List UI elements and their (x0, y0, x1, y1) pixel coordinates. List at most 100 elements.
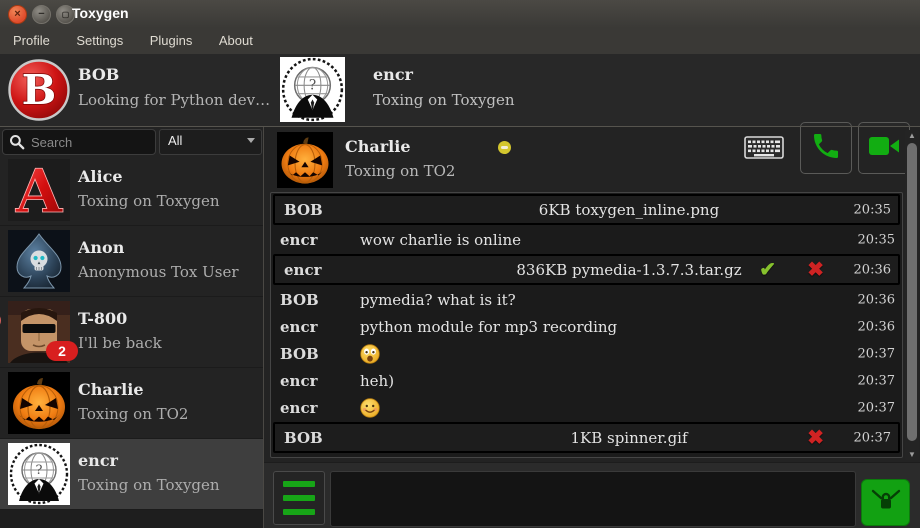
contact-name: Anon (78, 238, 124, 257)
contact-list-item-alice[interactable]: AAliceToxing on Toxygen (0, 155, 263, 226)
message-row: BOB 20:37 (271, 340, 902, 367)
contact-status-message: Anonymous Tox User (78, 263, 239, 281)
contact-list-item-charlie[interactable]: Charlie Toxing on TO2 (0, 368, 263, 439)
menu-profile[interactable]: Profile (2, 28, 61, 48)
menu-bar: Profile Settings Plugins About (0, 28, 920, 54)
composer-bar (264, 462, 920, 528)
scrollbar-thumb[interactable] (907, 143, 917, 441)
message-row: encr20:37 (271, 394, 902, 421)
menu-plugins[interactable]: Plugins (139, 28, 204, 48)
self-profile[interactable]: B BOB Looking for Python dev… (0, 54, 263, 126)
message-time: 20:35 (854, 202, 891, 217)
message-text: heh) (360, 372, 394, 390)
smiling-emoji (360, 398, 380, 418)
charlie-avatar (277, 132, 333, 188)
message-time: 20:35 (858, 232, 895, 247)
menu-settings[interactable]: Settings (65, 28, 134, 48)
message-sender: encr (275, 261, 360, 279)
contact-status-message: Toxing on Toxygen (78, 476, 220, 494)
scroll-up-icon[interactable]: ▲ (905, 130, 919, 141)
message-sender: encr (271, 231, 356, 249)
file-transfer-row: BOB1KB spinner.gif✖20:37 (273, 422, 900, 453)
anonymous-avatar: ? (8, 443, 70, 505)
message-sender: encr (271, 372, 356, 390)
contact-name: T-800 (78, 309, 127, 328)
message-time: 20:36 (858, 319, 895, 334)
contact-status-message: Toxing on TO2 (78, 405, 188, 423)
message-history: BOB6KB toxygen_inline.png20:35encrwow ch… (270, 192, 903, 458)
contact-name: Charlie (78, 380, 144, 399)
decline-file-icon[interactable]: ✖ (807, 428, 824, 448)
message-input[interactable] (330, 471, 856, 527)
message-row: encrpython module for mp3 recording 20:36 (271, 313, 902, 340)
pumpkin-avatar (8, 372, 70, 434)
contact-list-item-encr[interactable]: ? encr Toxing on Toxygen (0, 439, 263, 510)
message-row: BOBpymedia? what is it? 20:36 (271, 286, 902, 313)
chat-group-header[interactable]: Charlie Toxing on TO2 (270, 131, 900, 191)
chat-header-status-message: Toxing on TO2 (345, 162, 455, 180)
chevron-down-icon (247, 138, 255, 143)
profile-name: BOB (78, 65, 119, 84)
chat-scrollbar[interactable]: ▲ ▼ (905, 130, 919, 460)
file-transfer-row: encr836KB pymedia-1.3.7.3.tar.gz✔✖20:36 (273, 254, 900, 285)
search-input[interactable] (29, 132, 151, 152)
chat-header-name: Charlie (345, 137, 411, 156)
attachments-menu-button[interactable] (273, 471, 325, 525)
svg-text:B: B (22, 66, 57, 114)
header-divider (0, 126, 920, 127)
top-strip: B BOB Looking for Python dev… ? encr Tox… (0, 54, 920, 126)
decline-file-icon[interactable]: ✖ (807, 260, 824, 280)
svg-text:A: A (15, 159, 64, 221)
message-time: 20:37 (858, 400, 895, 415)
message-text: wow charlie is online (360, 231, 521, 249)
message-sender: BOB (271, 291, 356, 309)
message-row: encrheh) 20:37 (271, 367, 902, 394)
file-transfer-label: 6KB toxygen_inline.png (360, 201, 898, 219)
scroll-down-icon[interactable]: ▼ (905, 449, 919, 460)
minimize-window-button[interactable]: − (32, 5, 51, 24)
contact-list-item-anon[interactable]: Anon Anonymous Tox User (0, 226, 263, 297)
accept-file-icon[interactable]: ✔ (759, 260, 776, 280)
contact-list: AAliceToxing on Toxygen Anon Anonymous Tox… (0, 155, 263, 528)
contact-name: encr (78, 451, 118, 470)
contact-list-item-t-800[interactable]: T-800I'll be back2 (0, 297, 263, 368)
message-time: 20:37 (858, 373, 895, 388)
message-row: encrwow charlie is online 20:35 (271, 226, 902, 253)
message-text: python module for mp3 recording (360, 318, 617, 336)
tox-send-icon (869, 486, 903, 519)
contact-filter-dropdown[interactable]: All (159, 129, 262, 155)
message-text: pymedia? what is it? (360, 291, 516, 309)
send-button[interactable] (861, 479, 910, 526)
message-time: 20:37 (854, 430, 891, 445)
message-sender: BOB (271, 345, 356, 363)
search-box (2, 129, 156, 155)
away-status-icon (498, 141, 511, 154)
message-sender: encr (271, 318, 356, 336)
search-row: All (0, 128, 263, 155)
chat-partner-status-message: Toxing on Toxygen (373, 91, 515, 109)
toxygen-window: × − ▢ Toxygen Profile Settings Plugins A… (0, 0, 920, 528)
message-time: 20:36 (858, 292, 895, 307)
letter-a-avatar: A (8, 159, 70, 221)
menu-about[interactable]: About (208, 28, 264, 48)
message-sender: BOB (275, 429, 360, 447)
astonished-emoji (360, 344, 380, 364)
close-window-button[interactable]: × (8, 5, 27, 24)
message-sender: BOB (275, 201, 360, 219)
message-time: 20:36 (854, 262, 891, 277)
title-bar: × − ▢ Toxygen (0, 0, 920, 29)
file-transfer-row: BOB6KB toxygen_inline.png20:35 (273, 194, 900, 225)
spade-skull-avatar (8, 230, 70, 292)
chat-partner-header: ? encr Toxing on Toxygen (270, 54, 690, 126)
profile-avatar: B (8, 59, 70, 121)
svg-text:?: ? (309, 78, 316, 94)
encr-avatar: ? (280, 57, 345, 122)
svg-text:?: ? (36, 463, 43, 478)
contact-status-message: Toxing on Toxygen (78, 192, 220, 210)
message-time: 20:37 (858, 346, 895, 361)
profile-status-message: Looking for Python dev… (78, 91, 270, 109)
search-icon (9, 134, 25, 155)
filter-selected-value: All (168, 133, 182, 148)
busy-ring-status-icon (0, 312, 1, 329)
unread-count-badge: 2 (46, 341, 78, 361)
